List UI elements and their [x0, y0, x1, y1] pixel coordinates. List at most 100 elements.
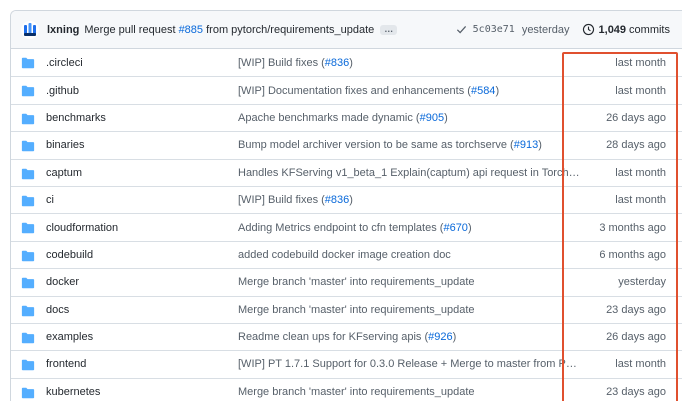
commits-label: commits [629, 23, 670, 36]
commit-age: 26 days ago [606, 331, 666, 344]
commits-history-link[interactable]: 1,049 commits [582, 23, 670, 36]
pr-link[interactable]: #885 [179, 24, 203, 36]
commit-message[interactable]: Merge branch 'master' into requirements_… [238, 276, 583, 288]
table-row[interactable]: .circleci [WIP] Build fixes (#836) last … [11, 49, 682, 76]
folder-icon [21, 305, 35, 317]
folder-name[interactable]: .circleci [46, 57, 83, 69]
commit-message-text[interactable]: [WIP] PT 1.7.1 Support for 0.3.0 Release… [238, 358, 583, 370]
commit-age: last month [615, 84, 666, 97]
pr-link[interactable]: #670 [443, 222, 467, 234]
commit-message-tail[interactable]: ) [444, 112, 448, 124]
folder-name[interactable]: codebuild [46, 249, 93, 261]
folder-name[interactable]: .github [46, 85, 79, 97]
commit-meta: 5c03e71 yesterday 1,049 commits [456, 23, 670, 36]
folder-name[interactable]: frontend [46, 358, 86, 370]
commit-message[interactable]: Bump model archiver version to be same a… [238, 139, 583, 151]
commit-message-tail[interactable]: ) [538, 139, 542, 151]
table-row[interactable]: codebuild added codebuild docker image c… [11, 240, 682, 268]
pr-link[interactable]: #905 [420, 112, 444, 124]
folder-name[interactable]: ci [46, 194, 54, 206]
folder-icon [21, 277, 35, 289]
commit-message-text[interactable]: Apache benchmarks made dynamic ( [238, 112, 420, 124]
pr-link[interactable]: #926 [428, 331, 452, 343]
folder-name[interactable]: captum [46, 167, 82, 179]
commit-message[interactable]: [WIP] PT 1.7.1 Support for 0.3.0 Release… [238, 358, 583, 370]
commit-message-text[interactable]: Merge branch 'master' into requirements_… [238, 386, 475, 398]
commit-message-text[interactable]: [WIP] Build fixes ( [238, 57, 325, 69]
commit-message[interactable]: Merge branch 'master' into requirements_… [238, 304, 583, 316]
folder-name[interactable]: benchmarks [46, 112, 106, 124]
folder-icon [21, 387, 35, 399]
commit-count: 1,049 [598, 23, 627, 36]
table-row[interactable]: docs Merge branch 'master' into requirem… [11, 295, 682, 323]
table-row[interactable]: examples Readme clean ups for KFserving … [11, 322, 682, 350]
commit-message-text[interactable]: [WIP] Build fixes ( [238, 194, 325, 206]
commit-message[interactable]: [WIP] Documentation fixes and enhancemen… [238, 85, 583, 97]
folder-icon [21, 222, 35, 234]
folder-icon [21, 332, 35, 344]
history-icon [582, 23, 594, 36]
commit-age: last month [615, 194, 666, 207]
commit-message[interactable]: Readme clean ups for KFserving apis (#92… [238, 331, 583, 343]
commit-age: yesterday [618, 276, 666, 289]
folder-name[interactable]: kubernetes [46, 386, 100, 398]
latest-commit-bar: lxning Merge pull request #885 from pyto… [11, 11, 682, 49]
commit-message-text[interactable]: added codebuild docker image creation do… [238, 249, 451, 261]
commit-message-tail[interactable]: from pytorch/requirements_update [203, 24, 374, 36]
pr-link[interactable]: #836 [325, 57, 349, 69]
commit-message-tail[interactable]: ) [349, 194, 353, 206]
avatar[interactable] [21, 20, 39, 39]
commit-age: last month [615, 358, 666, 371]
table-row[interactable]: kubernetes Merge branch 'master' into re… [11, 377, 682, 401]
folder-name[interactable]: examples [46, 331, 93, 343]
commit-message-text[interactable]: Merge branch 'master' into requirements_… [238, 276, 475, 288]
commit-message-text[interactable]: Adding Metrics endpoint to cfn templates… [238, 222, 443, 234]
table-row[interactable]: ci [WIP] Build fixes (#836) last month [11, 185, 682, 213]
commit-message[interactable]: Apache benchmarks made dynamic (#905) [238, 112, 583, 124]
commit-message-tail[interactable]: ) [495, 85, 499, 97]
table-row[interactable]: docker Merge branch 'master' into requir… [11, 268, 682, 295]
user-avatar-icon [24, 22, 36, 36]
file-list: .circleci [WIP] Build fixes (#836) last … [11, 49, 682, 401]
commit-age: 28 days ago [606, 139, 666, 152]
commit-message-text[interactable]: [WIP] Documentation fixes and enhancemen… [238, 85, 471, 97]
commit-author[interactable]: lxning [47, 24, 79, 36]
commit-message[interactable]: Merge pull request #885 from pytorch/req… [84, 24, 374, 36]
table-row[interactable]: frontend [WIP] PT 1.7.1 Support for 0.3.… [11, 350, 682, 377]
table-row[interactable]: cloudformation Adding Metrics endpoint t… [11, 213, 682, 240]
table-row[interactable]: benchmarks Apache benchmarks made dynami… [11, 103, 682, 131]
commit-message-text[interactable]: Bump model archiver version to be same a… [238, 139, 514, 151]
folder-icon [21, 168, 35, 180]
folder-icon [21, 359, 35, 371]
commit-message[interactable]: Adding Metrics endpoint to cfn templates… [238, 222, 583, 234]
table-row[interactable]: .github [WIP] Documentation fixes and en… [11, 76, 682, 103]
commit-message-text[interactable]: Handles KFServing v1_beta_1 Explain(capt… [238, 167, 583, 179]
table-row[interactable]: binaries Bump model archiver version to … [11, 131, 682, 158]
folder-name[interactable]: docs [46, 304, 69, 316]
commit-message-tail[interactable]: ) [349, 57, 353, 69]
commit-message-text[interactable]: Merge branch 'master' into requirements_… [238, 304, 475, 316]
folder-name[interactable]: docker [46, 276, 79, 288]
expand-message-button[interactable]: … [380, 24, 398, 35]
commit-message[interactable]: [WIP] Build fixes (#836) [238, 194, 583, 206]
commit-message[interactable]: added codebuild docker image creation do… [238, 249, 583, 261]
folder-icon [21, 140, 35, 152]
commit-message[interactable]: Merge branch 'master' into requirements_… [238, 386, 583, 398]
check-icon[interactable] [456, 24, 467, 35]
commit-sha[interactable]: 5c03e71 [473, 24, 515, 35]
folder-icon [21, 195, 35, 207]
commit-message-text[interactable]: Readme clean ups for KFserving apis ( [238, 331, 428, 343]
commit-message-text[interactable]: Merge pull request [84, 24, 178, 36]
commit-message[interactable]: [WIP] Build fixes (#836) [238, 57, 583, 69]
pr-link[interactable]: #584 [471, 85, 495, 97]
table-row[interactable]: captum Handles KFServing v1_beta_1 Expla… [11, 158, 682, 186]
commit-age: 3 months ago [599, 221, 666, 234]
commit-message-tail[interactable]: ) [453, 331, 457, 343]
pr-link[interactable]: #913 [514, 139, 538, 151]
pr-link[interactable]: #836 [325, 194, 349, 206]
commit-message-tail[interactable]: ) [468, 222, 472, 234]
commit-message[interactable]: Handles KFServing v1_beta_1 Explain(capt… [238, 167, 583, 179]
commit-age: last month [615, 56, 666, 69]
folder-name[interactable]: binaries [46, 139, 85, 151]
folder-name[interactable]: cloudformation [46, 222, 118, 234]
